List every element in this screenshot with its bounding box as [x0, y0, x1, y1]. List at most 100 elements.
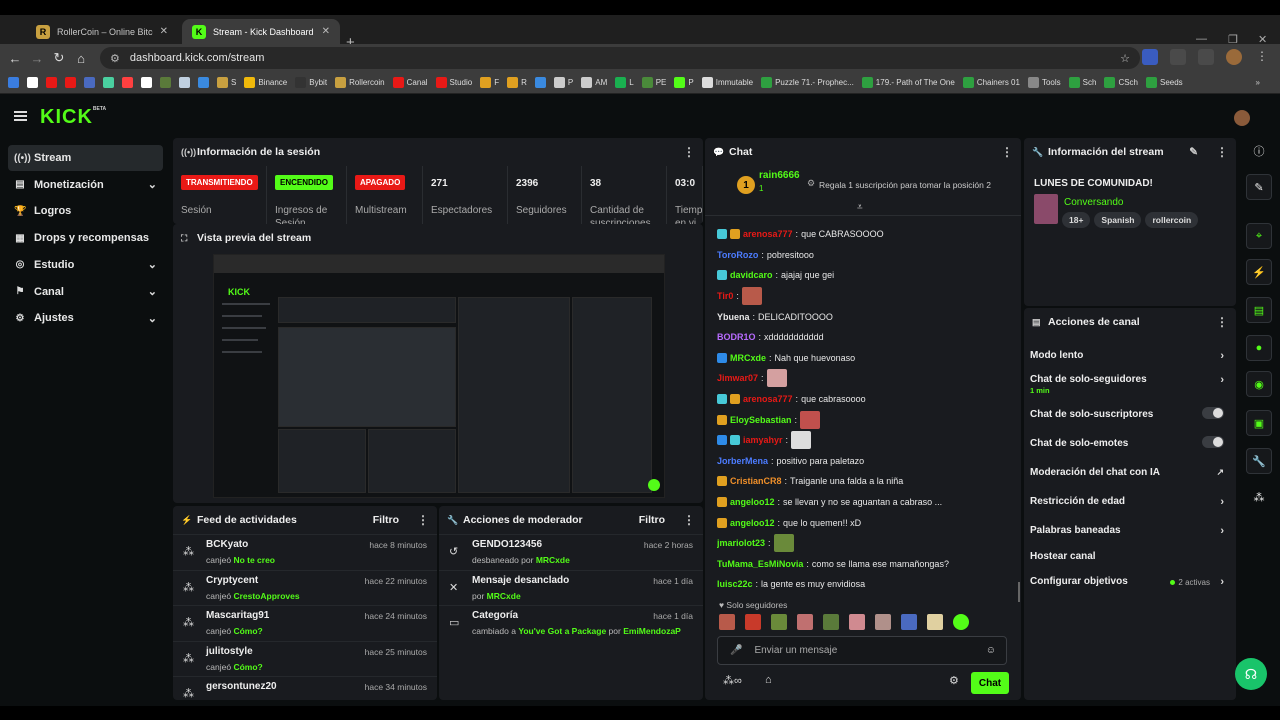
channel-action-chat-de-solo-suscriptores[interactable]: Chat de solo-suscriptores [1024, 407, 1232, 420]
address-bar[interactable]: ⚙ dashboard.kick.com/stream ☆ [100, 47, 1140, 69]
channel-action-chat-de-solo-seguidores[interactable]: Chat de solo-seguidores 1 min › [1024, 374, 1232, 395]
stream-tag[interactable]: 18+ [1062, 212, 1091, 228]
channel-action-chat-de-solo-emotes[interactable]: Chat de solo-emotes [1024, 436, 1232, 449]
bookmark-item[interactable] [103, 77, 114, 88]
bookmark-item[interactable]: Rollercoin [335, 77, 385, 88]
chat-username[interactable]: Ybuena [717, 312, 750, 322]
bookmark-item[interactable] [84, 77, 95, 88]
stream-tag[interactable]: rollercoin [1145, 212, 1199, 228]
chat-username[interactable]: luisc22c [717, 579, 753, 589]
reading-list-icon[interactable] [1198, 49, 1214, 65]
channel-action-configurar-objetivos[interactable]: Configurar objetivos 2 activas › [1024, 576, 1232, 588]
activity-user[interactable]: BCKyato [206, 539, 248, 550]
chat-message[interactable]: davidcaro: ajajaj que gei [717, 265, 1013, 286]
kebab-menu-icon[interactable]: ⋮ [1216, 145, 1228, 159]
chat-username[interactable]: arenosa777 [743, 229, 793, 239]
activity-user[interactable]: Mascaritag91 [206, 610, 269, 621]
chat-bubble-icon[interactable]: ● [1246, 335, 1272, 361]
chat-username[interactable]: Jimwar07 [717, 373, 758, 383]
lightning-icon[interactable]: ⚡ [1246, 259, 1272, 285]
chevron-down-icon[interactable]: ⌄ [148, 312, 157, 325]
chat-message[interactable]: CristianCR8: Traiganle una falda a la niñ… [717, 471, 1013, 492]
info-icon[interactable]: ⓘ [1246, 138, 1272, 164]
emote-icon[interactable] [927, 614, 943, 630]
bookmark-item[interactable] [141, 77, 152, 88]
channel-action-moderaci-n-del-chat-con-ia[interactable]: Moderación del chat con IA ↗ [1024, 467, 1232, 478]
capture-icon[interactable]: ⌖ [1246, 223, 1272, 249]
chat-message[interactable]: angeloo12: que lo quemen!! xD [717, 512, 1013, 533]
emote-icon[interactable] [823, 614, 839, 630]
activity-user[interactable]: gersontunez20 [206, 681, 277, 692]
chat-message[interactable]: TuMama_EsMiNovia: como se llama ese mamañ… [717, 554, 1013, 575]
chat-username[interactable]: angeloo12 [730, 518, 775, 528]
stream-preview-video[interactable]: KICK [213, 254, 665, 498]
emote-icon[interactable] [719, 614, 735, 630]
chat-username[interactable]: MRCxde [730, 353, 766, 363]
hamburger-menu-icon[interactable] [14, 111, 27, 121]
sidebar-item-drops-y-recompensas[interactable]: ▦ Drops y recompensas [8, 225, 163, 251]
bookmark-item[interactable]: S [217, 77, 236, 88]
chevron-down-icon[interactable]: ⌄ [148, 178, 157, 191]
bookmark-item[interactable] [179, 77, 190, 88]
bookmark-item[interactable]: L [615, 77, 634, 88]
toggle-switch[interactable] [1202, 407, 1224, 419]
chat-message[interactable]: iamyahyr: [717, 430, 1013, 451]
users-infinity-icon[interactable]: ⁂∞ [723, 674, 742, 687]
mod-action-moderator[interactable]: EmiMendozaP [623, 626, 681, 636]
gift-prompt[interactable]: Regala 1 suscripción para tomar la posic… [819, 180, 991, 190]
filter-button[interactable]: Filtro [639, 514, 665, 526]
bookmark-item[interactable]: Seeds [1146, 77, 1183, 88]
sidebar-item-canal[interactable]: ⚑ Canal ⌄ [8, 279, 163, 305]
activity-row[interactable]: ⁂ julitostyle canjeó Cómo? hace 25 minutos [173, 640, 437, 677]
emote-icon[interactable] [745, 614, 761, 630]
kebab-menu-icon[interactable]: ⋮ [1001, 145, 1013, 159]
bookmark-item[interactable]: F [480, 77, 499, 88]
mod-action-category[interactable]: You've Got a Package [518, 626, 606, 636]
extensions-puzzle-icon[interactable] [1170, 49, 1186, 65]
kebab-menu-icon[interactable]: ⋮ [683, 145, 695, 159]
browser-tab-rollercoin[interactable]: R RollerCoin – Online Bitcoin Min ✕ [26, 19, 178, 44]
chat-message[interactable]: Tir0: [717, 286, 1013, 307]
wrench-icon[interactable]: 🔧 [1246, 448, 1272, 474]
bookmark-item[interactable] [65, 77, 76, 88]
mod-action-row[interactable]: ✕ Mensaje desanclado por MRCxde hace 1 día [439, 569, 703, 606]
profile-avatar-icon[interactable] [1226, 49, 1242, 65]
filter-button[interactable]: Filtro [373, 514, 399, 526]
browser-tab-kick-dashboard[interactable]: K Stream - Kick Dashboard ✕ [182, 19, 340, 44]
bookmark-item[interactable]: AM [581, 77, 607, 88]
chat-username[interactable]: davidcaro [730, 270, 773, 280]
chat-username[interactable]: EloySebastian [730, 415, 792, 425]
activity-user[interactable]: Cryptycent [206, 575, 258, 586]
more-bookmarks-icon[interactable]: » [1256, 78, 1260, 87]
kick-emote-icon[interactable] [953, 614, 969, 630]
activity-row[interactable]: ⁂ gersontunez20 hace 34 minutos [173, 676, 437, 700]
category-name[interactable]: Conversando [1064, 197, 1123, 208]
sidebar-item-logros[interactable]: 🏆 Logros [8, 198, 163, 224]
edit-pencil-icon[interactable]: ✎ [1189, 146, 1198, 158]
bookmark-item[interactable]: R [507, 77, 527, 88]
chat-username[interactable]: iamyahyr [743, 435, 783, 445]
bookmark-item[interactable]: Bybit [295, 77, 327, 88]
send-chat-button[interactable]: Chat [971, 672, 1009, 694]
chat-settings-icon[interactable]: ⚙ [949, 674, 959, 687]
channel-action-hostear-canal[interactable]: Hostear canal [1024, 551, 1232, 562]
broadcast-icon[interactable]: ◉ [1246, 371, 1272, 397]
chat-username[interactable]: JorberMena [717, 456, 768, 466]
store-icon[interactable]: ⌂ [765, 674, 772, 686]
close-tab-icon[interactable]: ✕ [322, 26, 330, 37]
bookmark-item[interactable]: Puzzle 71.- Prophec... [761, 77, 854, 88]
chat-username[interactable]: arenosa777 [743, 394, 793, 404]
chat-message[interactable]: jmariolot23: [717, 533, 1013, 554]
chat-username[interactable]: ToroRozo [717, 250, 758, 260]
mod-action-moderator[interactable]: MRCxde [536, 555, 570, 565]
chat-message[interactable]: angeloo12: se llevan y no se aguantan a c… [717, 492, 1013, 513]
bookmark-item[interactable] [534, 77, 546, 88]
bookmark-item[interactable] [160, 77, 171, 88]
bookmark-item[interactable]: P [674, 77, 694, 88]
collapse-icon[interactable]: ⩡ [857, 202, 863, 213]
reload-icon[interactable]: ↻ [48, 50, 70, 66]
emoji-icon[interactable]: ☺ [986, 645, 996, 656]
extension-icon[interactable] [1142, 49, 1158, 65]
chat-message[interactable]: MRCxde: Nah que huevonaso [717, 348, 1013, 369]
sidebar-item-ajustes[interactable]: ⚙ Ajustes ⌄ [8, 305, 163, 331]
